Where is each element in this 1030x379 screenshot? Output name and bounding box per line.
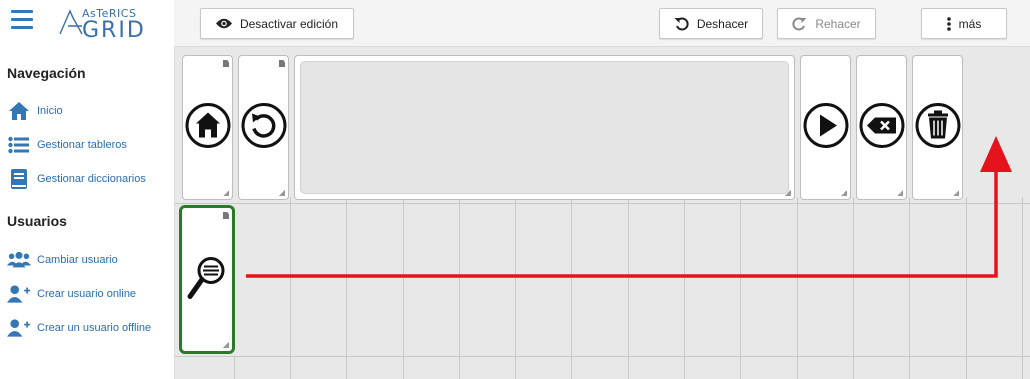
grid-line — [1022, 197, 1023, 379]
sidebar-item-label: Cambiar usuario — [37, 254, 118, 266]
resize-handle[interactable] — [897, 190, 903, 196]
sidebar-item-inicio[interactable]: Inicio — [7, 99, 63, 123]
copy-icon — [279, 60, 285, 67]
copy-icon — [223, 60, 229, 67]
grid-cell-play[interactable] — [800, 55, 851, 200]
more-vertical-icon — [946, 16, 951, 31]
trash-icon — [915, 102, 961, 153]
grid-line — [853, 197, 854, 379]
users-heading: Usuarios — [7, 213, 67, 229]
grid-line — [966, 197, 967, 379]
user-plus-icon — [7, 317, 31, 339]
grid-cell-delete-word[interactable] — [856, 55, 907, 200]
grid-cell-back[interactable] — [238, 55, 289, 200]
navigation-heading: Navegación — [7, 65, 86, 81]
grid-line — [684, 197, 685, 379]
grid-line — [290, 197, 291, 379]
grid-line — [515, 197, 516, 379]
resize-handle[interactable] — [953, 190, 959, 196]
undo-icon — [674, 16, 689, 31]
logo-bottom-text: GRID — [82, 18, 146, 43]
sidebar-item-label: Gestionar diccionarios — [37, 173, 146, 185]
redo-label: Rehacer — [815, 16, 861, 31]
sidebar-item-crear-usuario-online[interactable]: Crear usuario online — [7, 282, 136, 306]
logo-mark-icon — [59, 9, 83, 35]
grid-line — [740, 197, 741, 379]
resize-handle[interactable] — [223, 190, 229, 196]
undo-icon — [241, 102, 287, 153]
toggle-edit-button[interactable]: Desactivar edición — [200, 8, 354, 39]
grid-line — [175, 356, 1030, 357]
grid-line — [909, 197, 910, 379]
grid-line — [346, 197, 347, 379]
grid-editor — [174, 47, 1030, 379]
sidebar-item-label: Inicio — [37, 105, 63, 117]
sidebar-item-label: Crear usuario online — [37, 288, 137, 300]
sidebar-item-gestionar-diccionarios[interactable]: Gestionar diccionarios — [7, 167, 146, 191]
toolbar: Desactivar edición Deshacer Rehacer más — [174, 0, 1030, 47]
users-icon — [7, 249, 31, 271]
grid-line — [175, 203, 1030, 204]
book-icon — [7, 168, 31, 190]
list-icon — [7, 134, 31, 156]
grid-line — [797, 197, 798, 379]
sidebar: AsTeRICS GRID Navegación Inicio Gestiona… — [0, 0, 174, 379]
eye-icon — [215, 18, 232, 29]
grid-cell-search[interactable] — [179, 205, 235, 354]
backspace-icon — [859, 102, 905, 153]
grid-line — [628, 197, 629, 379]
grid-line — [459, 197, 460, 379]
resize-handle[interactable] — [841, 190, 847, 196]
redo-icon — [792, 16, 807, 31]
resize-handle[interactable] — [785, 190, 791, 196]
sidebar-item-crear-usuario-offline[interactable]: Crear un usuario offline — [7, 316, 151, 340]
redo-button[interactable]: Rehacer — [777, 8, 876, 39]
home-icon — [185, 102, 231, 153]
play-icon — [803, 102, 849, 153]
app-logo[interactable]: AsTeRICS GRID — [58, 6, 148, 43]
search-icon — [186, 254, 228, 305]
sidebar-item-gestionar-tableros[interactable]: Gestionar tableros — [7, 133, 127, 157]
grid-line — [571, 197, 572, 379]
grid-cell-clear[interactable] — [912, 55, 963, 200]
toggle-edit-label: Desactivar edición — [239, 16, 339, 31]
sidebar-item-label: Gestionar tableros — [37, 139, 127, 151]
grid-line — [403, 197, 404, 379]
grid-cell-collect[interactable] — [294, 55, 795, 200]
hamburger-menu-icon[interactable] — [11, 10, 33, 30]
resize-handle[interactable] — [279, 190, 285, 196]
collect-element-area — [300, 61, 789, 194]
undo-button[interactable]: Deshacer — [659, 8, 763, 39]
resize-handle[interactable] — [223, 342, 229, 348]
grid-line — [234, 356, 235, 379]
grid-cell-home[interactable] — [182, 55, 233, 200]
more-label: más — [958, 16, 982, 31]
undo-label: Deshacer — [696, 16, 749, 31]
more-button[interactable]: más — [921, 8, 1007, 39]
sidebar-item-label: Crear un usuario offline — [37, 322, 152, 334]
sidebar-item-cambiar-usuario[interactable]: Cambiar usuario — [7, 248, 118, 272]
copy-icon — [223, 212, 229, 219]
user-plus-icon — [7, 283, 31, 305]
home-icon — [7, 100, 31, 122]
